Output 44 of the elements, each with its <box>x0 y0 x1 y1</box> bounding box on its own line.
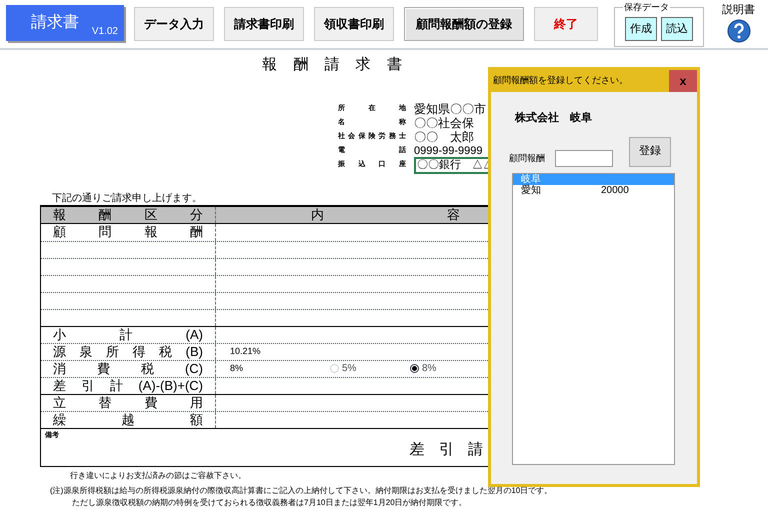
row-label: 繰 越 額 <box>53 412 203 426</box>
toolbar-button[interactable]: データ入力 <box>134 7 214 41</box>
document-title: 報 酬 請 求 書 <box>261 55 409 75</box>
save-data-button[interactable]: 作成 <box>625 17 657 41</box>
group-title: 保存データ <box>623 2 670 13</box>
tax-rate-radio[interactable]: 5% <box>330 361 410 376</box>
company-name: 株式会社 岐阜 <box>515 110 593 126</box>
toolbar-button[interactable]: 請求書印刷 <box>224 7 304 41</box>
note-text: 行き違いによりお支払済みの節はご容赦下さい。 <box>70 470 247 480</box>
save-data-button[interactable]: 読込 <box>661 17 693 41</box>
row-value: 8% <box>230 362 244 375</box>
issuer-value: 〇〇社会保 <box>414 117 474 130</box>
client-list[interactable]: 岐阜 愛知 20000 <box>512 172 675 464</box>
row-label: 差 引 計 (A)-(B)+(C) <box>53 378 203 392</box>
total-label: 差 引 請 <box>410 442 488 458</box>
version-label: V1.02 <box>92 25 118 39</box>
row-label: 立 替 費 用 <box>53 396 203 410</box>
help-label: 説明書 <box>722 3 755 18</box>
field-label: 顧問報酬 <box>509 152 545 165</box>
help-icon[interactable] <box>726 18 750 42</box>
note-text: ただし源泉徴収税額の納期の特例を受けておられる徴収義務者は7月10日または翌年1月20日が納付期限です。 <box>72 496 468 508</box>
dialog-title: 顧問報酬額を登録してください。 <box>492 74 628 88</box>
note-text: (注)源泉所得税額は給与の所得税源泉納付の際徴収高計算書にご記入の上納付して下さい。納付期限はお支払を受けました翌月の10日です。 <box>50 484 554 496</box>
list-item[interactable]: 愛知 20000 <box>513 184 674 196</box>
issuer-value: 0999-99-9999 <box>414 145 483 158</box>
row-label: 消 費 税 (C) <box>53 362 203 376</box>
column-header: 報 酬 区 分 <box>53 206 203 224</box>
column-header: 内 <box>311 206 324 224</box>
row-value: 10.21% <box>230 344 262 358</box>
row-label: 顧 問 報 酬 <box>53 225 203 239</box>
toolbar-button[interactable]: 顧問報酬額の登録 <box>404 7 524 41</box>
toolbar-button[interactable]: 終了 <box>534 7 598 41</box>
row-label: 源 泉 所 得 税 (B) <box>53 344 203 358</box>
amount-input[interactable] <box>555 150 613 166</box>
issuer-value: 愛知県〇〇市 <box>414 103 486 116</box>
close-button[interactable]: x <box>669 70 697 92</box>
toolbar-button[interactable]: 領収書印刷 <box>314 7 394 41</box>
row-label: 小 計 (A) <box>53 328 203 342</box>
issuer-value: 〇〇 太郎 <box>414 131 474 144</box>
tax-rate-radio[interactable]: 8% <box>410 361 436 376</box>
register-button[interactable]: 登録 <box>629 136 671 166</box>
column-header: 容 <box>447 206 460 224</box>
intro-text: 下記の通りご請求申し上げます。 <box>52 192 203 204</box>
app-button[interactable]: 請求書 V1.02 <box>6 5 124 41</box>
